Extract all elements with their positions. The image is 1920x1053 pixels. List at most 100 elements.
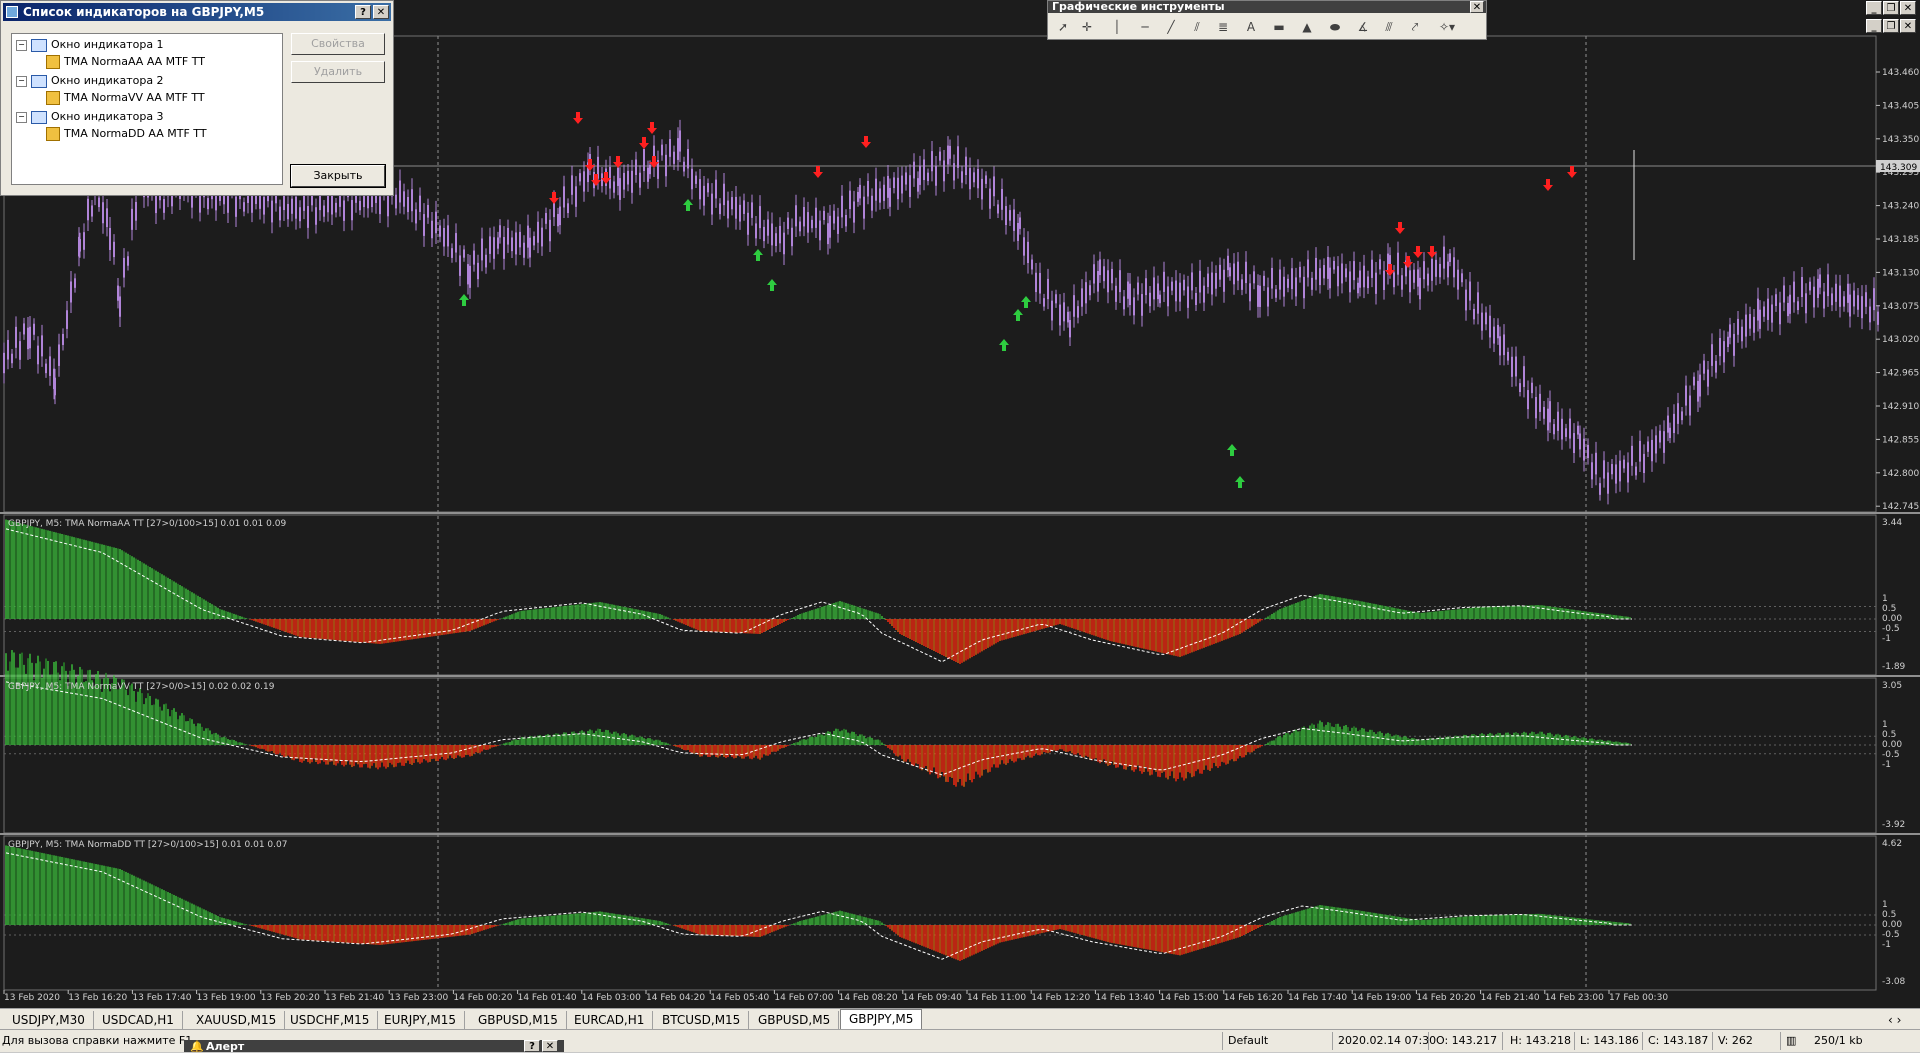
tree-item-window-3[interactable]: − Окно индикатора 3 bbox=[16, 110, 164, 124]
minimize-chart-button[interactable]: _ bbox=[1866, 19, 1882, 33]
candle-body bbox=[917, 178, 919, 192]
alert-window[interactable]: 🔔 Алерт ? ✕ bbox=[184, 1040, 564, 1053]
candle-body bbox=[997, 204, 999, 214]
candle-body bbox=[1469, 281, 1471, 301]
restore-chart-button[interactable]: ❐ bbox=[1883, 19, 1899, 33]
tab-usdchf-m15[interactable]: USDCHF,M15 bbox=[282, 1011, 379, 1029]
candle-body bbox=[1523, 366, 1525, 387]
tab-gbpjpy-m5[interactable]: GBPJPY,M5 bbox=[840, 1009, 923, 1030]
tab-usdcad-h1[interactable]: USDCAD,H1 bbox=[94, 1011, 183, 1029]
andrews-pitchfork-icon[interactable]: ∡ bbox=[1352, 17, 1374, 37]
candle-body bbox=[447, 225, 449, 247]
close-window-button[interactable]: ✕ bbox=[1900, 1, 1916, 15]
arrow-line-icon[interactable]: ⤤ bbox=[1404, 17, 1426, 37]
tab-gbpusd-m5[interactable]: GBPUSD,M5 bbox=[750, 1011, 840, 1029]
candle-body bbox=[613, 181, 615, 193]
trendline-icon[interactable]: ╱ bbox=[1160, 17, 1182, 37]
properties-button[interactable]: Свойства bbox=[291, 33, 385, 55]
candle-body bbox=[331, 193, 333, 215]
vertical-line-icon[interactable]: │ bbox=[1106, 17, 1128, 37]
close-chart-button[interactable]: ✕ bbox=[1900, 19, 1916, 33]
channel-icon[interactable]: ≣ bbox=[1212, 17, 1234, 37]
gann-fan-icon[interactable]: ⫻ bbox=[1378, 17, 1400, 37]
text-icon[interactable]: A bbox=[1240, 17, 1262, 37]
candle-body bbox=[1449, 253, 1451, 262]
candle-body bbox=[1097, 271, 1099, 292]
candle-body bbox=[279, 206, 281, 221]
candle-body bbox=[1627, 462, 1629, 483]
indicator-tree[interactable]: − Окно индикатора 1 TMA NormaAA AA MTF TT… bbox=[11, 33, 283, 185]
candle-body bbox=[1779, 302, 1781, 325]
candle-body bbox=[1167, 286, 1169, 307]
dialog-close-icon[interactable]: ✕ bbox=[373, 5, 389, 19]
candle-body bbox=[1737, 318, 1739, 335]
cursor-icon[interactable]: ➚ bbox=[1052, 17, 1074, 37]
tab-xauusd-m15[interactable]: XAUUSD,M15 bbox=[188, 1011, 286, 1029]
candle-body bbox=[1353, 261, 1355, 281]
time-label: 14 Feb 04:20 bbox=[646, 993, 705, 1003]
candle-body bbox=[833, 210, 835, 224]
candle-body bbox=[1719, 337, 1721, 357]
candle-body bbox=[1727, 336, 1729, 348]
tree-item-window-1[interactable]: − Окно индикатора 1 bbox=[16, 38, 164, 52]
tree-item-indicator-1[interactable]: TMA NormaAA AA MTF TT bbox=[46, 55, 205, 69]
tab-scroll-icon[interactable]: ‹ › bbox=[1880, 1011, 1909, 1029]
candle-body bbox=[1005, 206, 1007, 225]
candle-body bbox=[477, 262, 479, 280]
dialog-title-bar[interactable]: Список индикаторов на GBPJPY,M5 ? ✕ bbox=[3, 3, 391, 21]
arrows-menu-icon[interactable]: ✧▾ bbox=[1432, 17, 1462, 37]
ellipse-icon[interactable]: ⬬ bbox=[1324, 17, 1346, 37]
candle-body bbox=[1077, 306, 1079, 318]
time-label: 13 Feb 23:00 bbox=[389, 993, 448, 1003]
candle-body bbox=[1123, 296, 1125, 310]
toolbar-title[interactable]: Графические инструменты bbox=[1048, 1, 1486, 13]
tab-eurcad-h1[interactable]: EURCAD,H1 bbox=[566, 1011, 654, 1029]
tab-eurjpy-m15[interactable]: EURJPY,M15 bbox=[376, 1011, 465, 1029]
down-arrow-icon bbox=[813, 166, 823, 178]
indicator-pane-3 bbox=[4, 845, 1876, 961]
status-separator bbox=[1574, 1032, 1575, 1050]
collapse-icon[interactable]: − bbox=[16, 39, 27, 51]
horizontal-line-icon[interactable]: ─ bbox=[1134, 17, 1156, 37]
candle-body bbox=[1499, 336, 1501, 356]
toolbar-close-icon[interactable]: ✕ bbox=[1470, 1, 1484, 13]
down-arrow-icon bbox=[573, 112, 583, 124]
help-button[interactable]: ? bbox=[355, 5, 371, 19]
tab-btcusd-m15[interactable]: BTCUSD,M15 bbox=[654, 1011, 750, 1029]
tree-item-indicator-2[interactable]: TMA NormaVV AA MTF TT bbox=[46, 91, 205, 105]
candle-body bbox=[727, 200, 729, 219]
alert-help-button[interactable]: ? bbox=[524, 1040, 540, 1052]
delete-button[interactable]: Удалить bbox=[291, 61, 385, 83]
candle-body bbox=[871, 195, 873, 211]
candle-body bbox=[499, 225, 501, 238]
rectangle-icon[interactable]: ▬ bbox=[1268, 17, 1290, 37]
candle-body bbox=[1267, 287, 1269, 307]
candle-body bbox=[1707, 369, 1709, 387]
restore-window-button[interactable]: ❐ bbox=[1883, 1, 1899, 15]
close-button[interactable]: Закрыть bbox=[290, 164, 386, 188]
minimize-window-button[interactable]: _ bbox=[1866, 1, 1882, 15]
candle-body bbox=[919, 165, 921, 185]
candle-body bbox=[1307, 259, 1309, 278]
collapse-icon[interactable]: − bbox=[16, 111, 27, 123]
fibonacci-icon[interactable]: ⫽ bbox=[1186, 17, 1208, 37]
tree-item-window-2[interactable]: − Окно индикатора 2 bbox=[16, 74, 164, 88]
candle-body bbox=[875, 178, 877, 201]
candle-body bbox=[747, 212, 749, 235]
candle-body bbox=[455, 233, 457, 253]
indicator-scale-label: -1 bbox=[1882, 634, 1891, 644]
collapse-icon[interactable]: − bbox=[16, 75, 27, 87]
candle-body bbox=[1759, 309, 1761, 329]
candle-body bbox=[977, 168, 979, 189]
crosshair-icon[interactable]: ✛ bbox=[1076, 17, 1098, 37]
candle-body bbox=[1423, 261, 1425, 280]
tab-gbpusd-m15[interactable]: GBPUSD,M15 bbox=[470, 1011, 567, 1029]
candle-body bbox=[1447, 261, 1449, 278]
candle-body bbox=[323, 205, 325, 217]
alert-close-icon[interactable]: ✕ bbox=[542, 1040, 558, 1052]
tab-usdjpy-m30[interactable]: USDJPY,M30 bbox=[4, 1011, 94, 1029]
candle-body bbox=[1055, 294, 1057, 304]
tree-item-indicator-3[interactable]: TMA NormaDD AA MTF TT bbox=[46, 127, 207, 141]
candle-body bbox=[463, 249, 465, 258]
triangle-icon[interactable]: ▲ bbox=[1296, 17, 1318, 37]
